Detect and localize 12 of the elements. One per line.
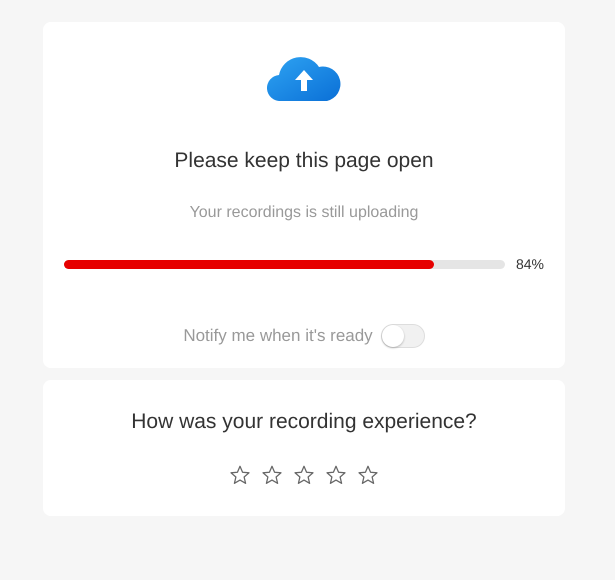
star-icon[interactable] <box>357 464 379 486</box>
notify-label: Notify me when it's ready <box>183 326 373 346</box>
cloud-upload-icon <box>267 55 341 101</box>
star-icon[interactable] <box>293 464 315 486</box>
notify-toggle[interactable] <box>380 324 425 348</box>
progress-percent: 84% <box>516 256 544 272</box>
star-icon[interactable] <box>325 464 347 486</box>
page-title: Please keep this page open <box>174 149 434 173</box>
status-text: Your recordings is still uploading <box>190 204 418 222</box>
star-icon[interactable] <box>261 464 283 486</box>
star-icon[interactable] <box>229 464 251 486</box>
rating-question: How was your recording experience? <box>131 410 477 434</box>
